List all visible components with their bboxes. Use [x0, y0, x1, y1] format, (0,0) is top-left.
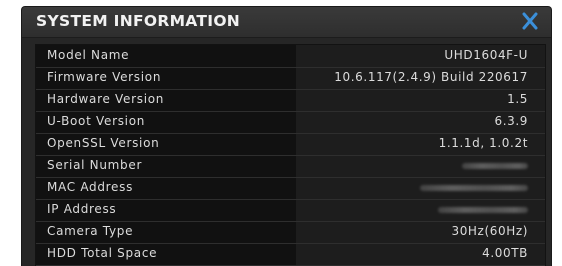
row-value: 10.6.117(2.4.9) Build 220617	[334, 70, 528, 84]
row-label: OpenSSL Version	[47, 136, 160, 150]
row-uboot-version: U-Boot Version 6.3.9	[36, 111, 545, 134]
row-ip-address: IP Address	[36, 199, 545, 222]
row-value: 4.00TB	[482, 246, 528, 260]
close-x-icon	[522, 12, 538, 30]
row-hdd-total-space: HDD Total Space 4.00TB	[36, 243, 545, 266]
info-table: Model Name UHD1604F-U Firmware Version 1…	[35, 44, 546, 266]
close-button[interactable]	[519, 10, 541, 32]
row-label: Model Name	[47, 48, 130, 62]
row-label: Hardware Version	[47, 92, 165, 106]
row-value: 30Hz(60Hz)	[451, 224, 528, 238]
row-label: Serial Number	[47, 158, 143, 172]
row-model-name: Model Name UHD1604F-U	[36, 45, 545, 68]
redacted-value	[420, 185, 528, 191]
row-value: 1.1.1d, 1.0.2t	[438, 136, 528, 150]
redacted-value	[462, 163, 528, 169]
row-label: U-Boot Version	[47, 114, 146, 128]
row-label: Firmware Version	[47, 70, 162, 84]
row-value: 1.5	[507, 92, 528, 106]
system-information-dialog: SYSTEM INFORMATION Model Name UHD1604F-U…	[22, 7, 551, 266]
row-label: HDD Total Space	[47, 246, 158, 260]
row-camera-type: Camera Type 30Hz(60Hz)	[36, 221, 545, 244]
redacted-value	[438, 207, 528, 213]
row-label: MAC Address	[47, 180, 134, 194]
row-label: IP Address	[47, 202, 117, 216]
row-hardware-version: Hardware Version 1.5	[36, 89, 545, 112]
dialog-title: SYSTEM INFORMATION	[36, 12, 241, 30]
row-firmware-version: Firmware Version 10.6.117(2.4.9) Build 2…	[36, 67, 545, 90]
row-value: 6.3.9	[494, 114, 528, 128]
row-openssl-version: OpenSSL Version 1.1.1d, 1.0.2t	[36, 133, 545, 156]
row-serial-number: Serial Number	[36, 155, 545, 178]
dialog-titlebar: SYSTEM INFORMATION	[22, 7, 551, 38]
row-label: Camera Type	[47, 224, 134, 238]
row-mac-address: MAC Address	[36, 177, 545, 200]
row-value: UHD1604F-U	[444, 48, 528, 62]
